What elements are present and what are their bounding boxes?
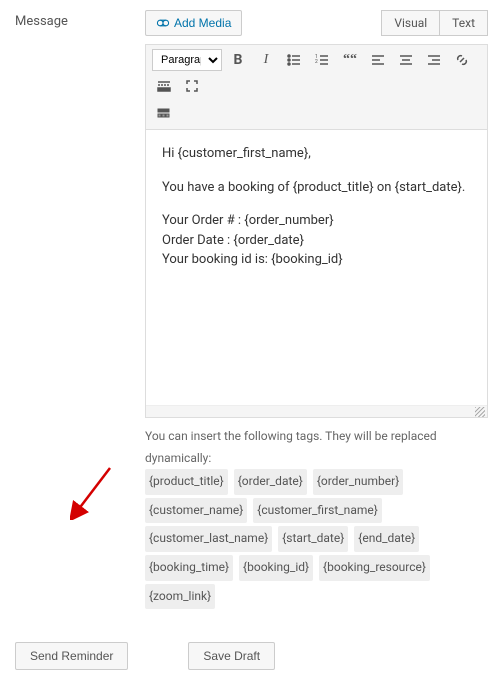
resize-grip-icon [475, 407, 485, 417]
field-label: Message [15, 10, 145, 612]
editor-toolbar: Paragraph B I 12 ““ [146, 45, 487, 130]
editor-content[interactable]: Hi {customer_first_name}, You have a boo… [146, 130, 487, 405]
format-select[interactable]: Paragraph [152, 49, 222, 71]
fullscreen-icon [184, 78, 200, 94]
placeholder-tag: {order_date} [234, 469, 307, 495]
bold-button[interactable]: B [226, 49, 250, 71]
content-line: Hi {customer_first_name}, [162, 144, 471, 164]
link-button[interactable] [450, 49, 474, 71]
toolbar-toggle-button[interactable] [152, 103, 176, 125]
add-media-label: Add Media [174, 16, 231, 30]
view-tabs: Visual Text [382, 10, 488, 36]
align-left-icon [370, 52, 386, 68]
media-icon [156, 16, 170, 30]
placeholder-tag: {start_date} [278, 526, 348, 552]
content-line: You have a booking of {product_title} on… [162, 178, 471, 198]
align-center-button[interactable] [394, 49, 418, 71]
content-line: Your Order # : {order_number} Order Date… [162, 211, 471, 270]
number-list-button[interactable]: 12 [310, 49, 334, 71]
resize-handle[interactable] [146, 405, 487, 417]
save-draft-button[interactable]: Save Draft [188, 642, 275, 670]
bullet-list-icon [286, 52, 302, 68]
number-list-icon: 12 [314, 52, 330, 68]
placeholder-tag: {product_title} [145, 469, 228, 495]
svg-text:2: 2 [315, 59, 318, 65]
placeholder-tag: {customer_first_name} [253, 498, 382, 524]
more-icon [156, 78, 172, 94]
editor-wrapper: Paragraph B I 12 ““ Hi {customer_first_n… [145, 44, 488, 418]
placeholder-tag: {zoom_link} [145, 584, 215, 610]
tab-visual[interactable]: Visual [381, 10, 440, 36]
bullet-list-button[interactable] [282, 49, 306, 71]
placeholder-tag: {customer_last_name} [145, 526, 272, 552]
placeholder-tag: {booking_resource} [319, 555, 430, 581]
align-center-icon [398, 52, 414, 68]
blockquote-button[interactable]: ““ [338, 49, 362, 71]
tab-text[interactable]: Text [439, 10, 488, 36]
send-reminder-button[interactable]: Send Reminder [15, 642, 128, 670]
fullscreen-button[interactable] [180, 75, 204, 97]
toolbar-toggle-icon [156, 106, 172, 122]
add-media-button[interactable]: Add Media [145, 10, 242, 36]
placeholder-tag: {booking_time} [145, 555, 233, 581]
placeholder-tag: {booking_id} [239, 555, 313, 581]
placeholder-tag: {order_number} [313, 469, 403, 495]
align-right-button[interactable] [422, 49, 446, 71]
link-icon [454, 52, 470, 68]
align-left-button[interactable] [366, 49, 390, 71]
insert-more-button[interactable] [152, 75, 176, 97]
align-right-icon [426, 52, 442, 68]
hint-intro: You can insert the following tags. They … [145, 429, 437, 465]
placeholder-tag: {customer_name} [145, 498, 247, 524]
hint-text: You can insert the following tags. They … [145, 426, 488, 612]
italic-button[interactable]: I [254, 49, 278, 71]
placeholder-tag: {end_date} [354, 526, 419, 552]
